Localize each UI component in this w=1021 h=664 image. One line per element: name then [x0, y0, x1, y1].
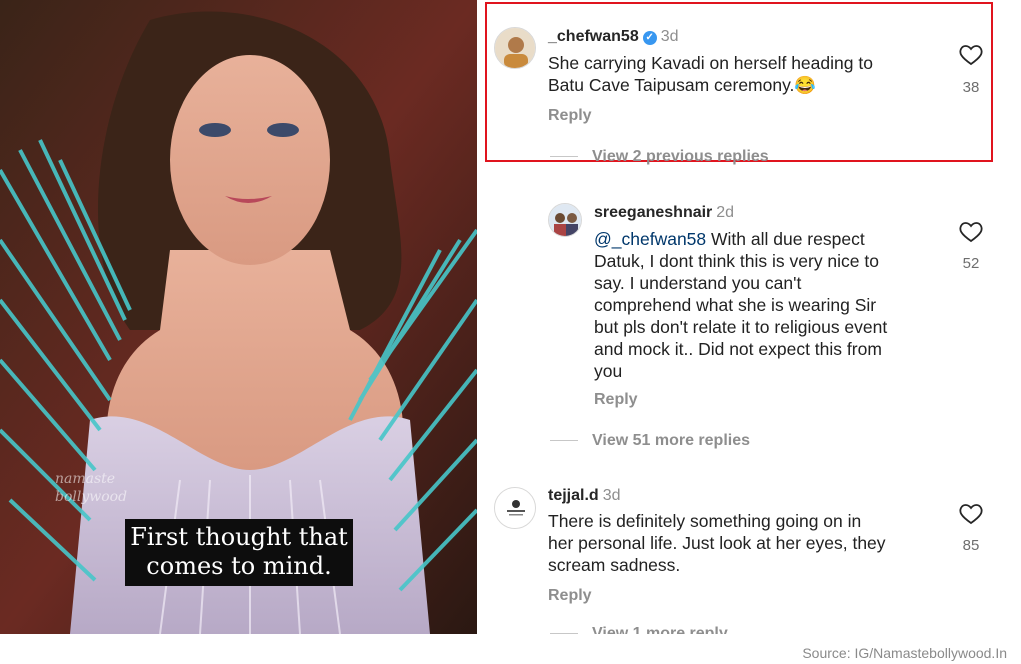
comment-line: scream sadness. — [548, 555, 681, 575]
comment-text: She carrying Kavadi on herself heading t… — [548, 52, 873, 96]
comment-line: and mock it.. Did not expect this from — [594, 339, 882, 359]
heart-icon[interactable] — [959, 44, 983, 66]
comment-username[interactable]: sreeganeshnair 2d — [594, 204, 734, 222]
comment-sreeganeshnair: sreeganeshnair 2d @_chefwan58 With all du… — [477, 190, 1021, 460]
avatar-image — [549, 204, 581, 236]
heart-icon[interactable] — [959, 221, 983, 243]
comment-line: There is definitely something going on i… — [548, 511, 862, 531]
mention-link[interactable]: @_chefwan58 — [594, 229, 706, 249]
view-replies-link[interactable]: View 2 previous replies — [550, 148, 769, 166]
verified-badge-icon: ✓ — [642, 31, 657, 45]
avatar-image — [495, 488, 535, 528]
post-photo: namaste bollywood First thought that com… — [0, 0, 477, 634]
comment-text: @_chefwan58 With all due respect Datuk, … — [594, 228, 887, 382]
username-text[interactable]: _chefwan58 — [548, 28, 639, 45]
comment-username[interactable]: _chefwan58 ✓ 3d — [548, 28, 679, 46]
avatar[interactable] — [494, 27, 536, 69]
comment-tejjal-d: tejjal.d 3d There is definitely something… — [477, 475, 1021, 634]
reply-button[interactable]: Reply — [548, 107, 592, 125]
comment-line: her personal life. Just look at her eyes… — [548, 533, 886, 553]
like-count: 85 — [962, 537, 980, 554]
photo-watermark: namaste bollywood — [55, 470, 127, 506]
heart-icon[interactable] — [959, 503, 983, 525]
watermark-line-1: namaste — [55, 471, 116, 487]
comment-age: 3d — [660, 28, 679, 45]
reply-button[interactable]: Reply — [594, 391, 638, 409]
avatar[interactable] — [548, 203, 582, 237]
view-replies-link[interactable]: View 1 more reply — [550, 625, 728, 634]
comment-line: but pls don't relate it to religious eve… — [594, 317, 888, 337]
comment-text: There is definitely something going on i… — [548, 510, 886, 576]
comment-line: you — [594, 361, 623, 381]
like-count: 52 — [962, 255, 980, 272]
like-count: 38 — [962, 79, 980, 96]
avatar-image — [495, 28, 535, 68]
reply-button[interactable]: Reply — [548, 587, 592, 605]
caption-line-2: comes to mind. — [146, 552, 332, 580]
username-text[interactable]: sreeganeshnair — [594, 204, 712, 221]
comment-line: comprehend what she is wearing Sir — [594, 295, 877, 315]
comment-age: 3d — [602, 487, 621, 504]
comment-line: Datuk, I dont think this is very nice to — [594, 251, 879, 271]
comment-line: @_chefwan58 With all due respect — [594, 228, 887, 250]
comment-line: Batu Cave Taipusam ceremony.😂 — [548, 75, 817, 95]
comment-chefwan58: _chefwan58 ✓ 3d She carrying Kavadi on her… — [477, 0, 1021, 170]
watermark-line-2: bollywood — [55, 489, 128, 505]
photo-caption: First thought that comes to mind. — [125, 519, 353, 586]
comment-username[interactable]: tejjal.d 3d — [548, 487, 620, 505]
comment-line: She carrying Kavadi on herself heading t… — [548, 53, 873, 73]
comments-panel: _chefwan58 ✓ 3d She carrying Kavadi on her… — [477, 0, 1021, 634]
caption-line-1: First thought that — [130, 523, 348, 551]
view-replies-link[interactable]: View 51 more replies — [550, 432, 750, 450]
comment-age: 2d — [716, 204, 735, 221]
username-text[interactable]: tejjal.d — [548, 487, 599, 504]
comment-line-part: With all due respect — [706, 229, 865, 249]
source-credit: Source: IG/Namastebollywood.In — [802, 645, 1007, 661]
comment-line: say. I understand you can't — [594, 273, 802, 293]
avatar[interactable] — [494, 487, 536, 529]
